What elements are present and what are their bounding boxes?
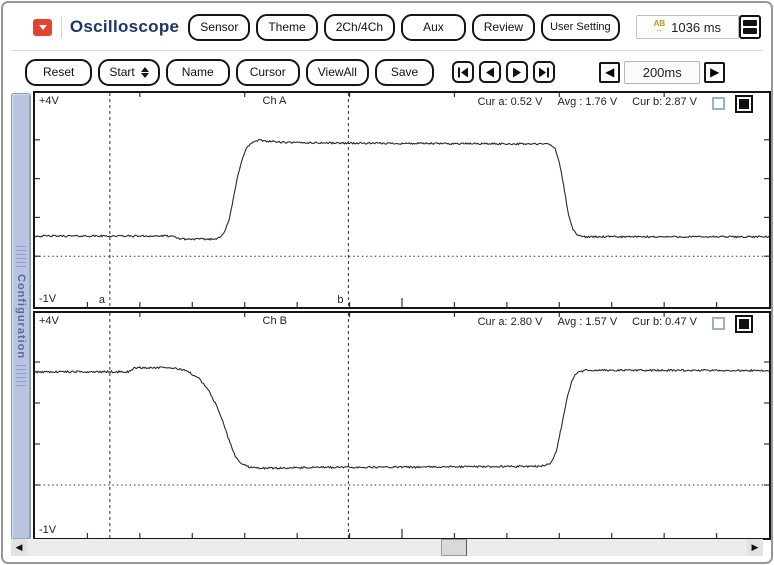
left-triangle-icon: ◀ [605,66,614,78]
name-button[interactable]: Name [166,59,230,86]
cursor-b-readout: Cur b: 2.87 V [632,96,697,108]
title-divider [61,16,62,38]
start-spinner-icon [141,67,149,78]
review-button[interactable]: Review [472,14,535,41]
scroll-right-icon[interactable]: ▶ [747,539,763,556]
filled-square-icon [739,319,749,329]
cursor-a-readout: Cur a: 2.80 V [478,316,543,328]
scrollbar-track[interactable] [27,539,747,556]
oscilloscope-window: Oscilloscope Sensor Theme 2Ch/4Ch Aux Re… [1,1,773,564]
grip-ridges-icon [16,365,26,387]
grip-ridges-icon [16,246,26,268]
channel-a-readouts: Cur a: 0.52 V Avg : 1.76 V Cur b: 2.87 V [478,96,697,108]
scrollbar-thumb[interactable] [441,539,467,556]
y-min-label: -1V [39,293,56,305]
timebase-value: 200ms [624,61,700,84]
app-dropdown-icon[interactable] [33,19,52,36]
dropdown-triangle-icon [39,25,47,30]
ab-cursor-delta-icon: AB ↔ [654,21,666,33]
channel-a-panel: +4V Ch A Cur a: 0.52 V Avg : 1.76 V Cur … [33,91,771,309]
channel-b-checkbox[interactable] [712,317,725,330]
skip-to-start-button[interactable] [452,61,474,83]
y-min-label: -1V [39,524,56,536]
channel-name-label: Ch B [263,315,287,327]
configuration-label: Configuration [15,274,27,359]
timebase-decrease-button[interactable]: ◀ [599,62,620,83]
save-button[interactable]: Save [375,59,434,86]
channel-b-waveform [35,313,769,538]
cursor-a-readout: Cur a: 0.52 V [478,96,543,108]
cursor-delta-time-field: AB ↔ 1036 ms [636,15,739,39]
timebase-control: ◀ 200ms ▶ [599,61,725,84]
top-toolbar: Oscilloscope Sensor Theme 2Ch/4Ch Aux Re… [33,11,761,43]
toolbar-divider [11,50,763,51]
menu-icon[interactable] [739,15,761,39]
menu-bar-bottom [743,28,757,34]
reset-button[interactable]: Reset [25,59,92,86]
y-max-label: +4V [39,95,59,107]
transport-controls [452,61,555,83]
cursor-a-tag[interactable]: a [99,294,105,306]
channel-b-panel: +4V Ch B Cur a: 2.80 V Avg : 1.57 V Cur … [33,311,771,540]
channel-a-checkbox[interactable] [712,97,725,110]
channel-mode-button[interactable]: 2Ch/4Ch [324,14,395,41]
user-setting-button[interactable]: User Setting [541,14,620,41]
channel-a-display-toggle[interactable] [735,95,753,113]
cursor-delta-time-value: 1036 ms [671,20,721,35]
control-toolbar: Reset Start Name Cursor ViewAll Save [25,57,761,87]
configuration-panel-handle[interactable]: Configuration [11,93,31,540]
step-forward-icon [512,67,522,78]
menu-bar-top [743,20,757,26]
filled-square-icon [739,99,749,109]
cursor-b-tag[interactable]: b [337,294,343,306]
step-back-icon [485,67,495,78]
skip-to-start-icon [457,67,469,78]
horizontal-scrollbar: ◀ ▶ [11,539,763,556]
theme-button[interactable]: Theme [256,14,317,41]
channel-name-label: Ch A [263,95,287,107]
cursor-b-readout: Cur b: 0.47 V [632,316,697,328]
aux-button[interactable]: Aux [401,14,466,41]
timebase-increase-button[interactable]: ▶ [704,62,725,83]
right-triangle-icon: ▶ [710,66,719,78]
channel-b-display-toggle[interactable] [735,315,753,333]
channel-b-readouts: Cur a: 2.80 V Avg : 1.57 V Cur b: 0.47 V [478,316,697,328]
app-title: Oscilloscope [70,17,179,37]
y-max-label: +4V [39,315,59,327]
skip-to-end-icon [538,67,550,78]
cursor-button[interactable]: Cursor [236,59,300,86]
sensor-button[interactable]: Sensor [188,14,250,41]
viewall-button[interactable]: ViewAll [306,59,369,86]
avg-readout: Avg : 1.76 V [557,96,617,108]
skip-to-end-button[interactable] [533,61,555,83]
step-back-button[interactable] [479,61,501,83]
start-button[interactable]: Start [98,59,159,86]
step-forward-button[interactable] [506,61,528,83]
scroll-left-icon[interactable]: ◀ [11,539,27,556]
avg-readout: Avg : 1.57 V [557,316,617,328]
channel-a-waveform [35,93,769,307]
